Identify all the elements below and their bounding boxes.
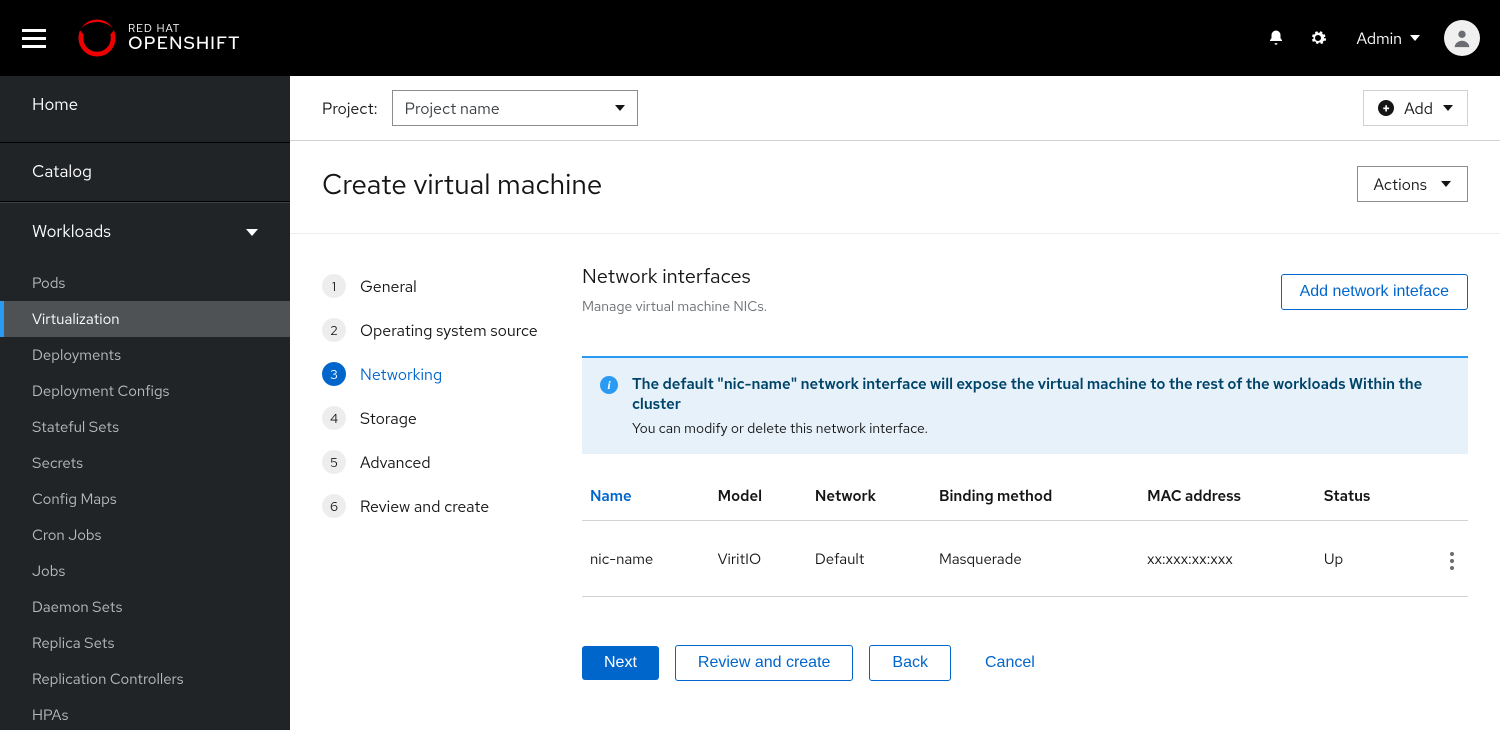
wizard-nav: 1 General 2 Operating system source 3 Network…	[322, 264, 560, 681]
panel-subtitle: Manage virtual machine NICs.	[582, 298, 767, 316]
info-alert: i The default "nic-name" network interfa…	[582, 356, 1468, 454]
project-bar: Project: Project name + Add	[290, 76, 1500, 141]
sidebar-item-replica-sets[interactable]: Replica Sets	[0, 625, 290, 661]
step-number: 6	[322, 494, 346, 518]
nic-table: NameModelNetworkBinding methodMAC addres…	[582, 472, 1468, 597]
cell-model: ViritIO	[710, 521, 807, 597]
brand-text: RED HAT OPENSHIFT	[128, 24, 241, 53]
caret-down-icon	[1410, 35, 1420, 41]
caret-down-icon	[615, 105, 625, 111]
review-and-create-button[interactable]: Review and create	[675, 645, 854, 681]
alert-body: You can modify or delete this network in…	[632, 420, 1450, 438]
redhat-logo-icon	[78, 19, 116, 57]
sidebar-item-jobs[interactable]: Jobs	[0, 553, 290, 589]
actions-label: Actions	[1374, 174, 1428, 195]
hamburger-menu-button[interactable]	[22, 29, 46, 48]
next-button[interactable]: Next	[582, 646, 659, 680]
page-header: Create virtual machine Actions	[290, 141, 1500, 234]
gear-icon	[1309, 29, 1327, 47]
cell-binding: Masquerade	[931, 521, 1139, 597]
actions-menu[interactable]: Actions	[1357, 166, 1469, 202]
wizard-step-review-and-create[interactable]: 6 Review and create	[322, 484, 560, 528]
wizard-actions: Next Review and create Back Cancel	[582, 645, 1468, 681]
wizard-step-operating-system-source[interactable]: 2 Operating system source	[322, 308, 560, 352]
notifications-button[interactable]	[1255, 29, 1297, 47]
step-number: 1	[322, 274, 346, 298]
column-header-status[interactable]: Status	[1316, 472, 1417, 521]
networking-panel: Network interfaces Manage virtual machin…	[570, 264, 1468, 681]
wizard-step-networking[interactable]: 3 Networking	[322, 352, 560, 396]
cell-mac: xx:xxx:xx:xxx	[1139, 521, 1316, 597]
sidebar-item-pods[interactable]: Pods	[0, 265, 290, 301]
add-network-interface-button[interactable]: Add network inteface	[1281, 274, 1468, 310]
sidebar-item-daemon-sets[interactable]: Daemon Sets	[0, 589, 290, 625]
column-header-network[interactable]: Network	[807, 472, 931, 521]
column-header-name[interactable]: Name	[582, 472, 710, 521]
page-title: Create virtual machine	[322, 165, 602, 203]
sidebar-section-workloads[interactable]: Workloads	[0, 203, 290, 261]
sidebar-item-cron-jobs[interactable]: Cron Jobs	[0, 517, 290, 553]
step-label: Advanced	[360, 452, 431, 473]
user-menu-label: Admin	[1357, 28, 1402, 49]
avatar[interactable]	[1444, 20, 1480, 56]
step-number: 4	[322, 406, 346, 430]
add-button-label: Add	[1404, 98, 1433, 119]
step-label: Review and create	[360, 496, 489, 517]
wizard-step-general[interactable]: 1 General	[322, 264, 560, 308]
table-row: nic-nameViritIODefaultMasqueradexx:xxx:x…	[582, 521, 1468, 597]
cell-name: nic-name	[582, 521, 710, 597]
sidebar-item-deployment-configs[interactable]: Deployment Configs	[0, 373, 290, 409]
back-button[interactable]: Back	[869, 645, 951, 681]
plus-circle-icon: +	[1378, 100, 1394, 116]
sidebar-item-stateful-sets[interactable]: Stateful Sets	[0, 409, 290, 445]
cell-network: Default	[807, 521, 931, 597]
masthead: RED HAT OPENSHIFT Admin	[0, 0, 1500, 76]
panel-title: Network interfaces	[582, 264, 767, 290]
column-header-mac-address[interactable]: MAC address	[1139, 472, 1316, 521]
step-label: General	[360, 276, 417, 297]
caret-down-icon	[1441, 181, 1451, 187]
sidebar-item-deployments[interactable]: Deployments	[0, 337, 290, 373]
user-icon	[1451, 27, 1473, 49]
sidebar-item-hpas[interactable]: HPAs	[0, 697, 290, 730]
cancel-button[interactable]: Cancel	[967, 646, 1053, 680]
wizard-step-storage[interactable]: 4 Storage	[322, 396, 560, 440]
brand-logo[interactable]: RED HAT OPENSHIFT	[78, 19, 241, 57]
column-header-actions	[1416, 472, 1468, 521]
main-content: Project: Project name + Add Create virtu…	[290, 76, 1500, 730]
step-label: Storage	[360, 408, 417, 429]
caret-down-icon	[1443, 105, 1453, 111]
sidebar-item-catalog[interactable]: Catalog	[0, 143, 290, 201]
user-menu[interactable]: Admin	[1357, 28, 1420, 49]
sidebar-section-label: Workloads	[32, 221, 111, 243]
bell-icon	[1267, 29, 1285, 47]
sidebar-item-secrets[interactable]: Secrets	[0, 445, 290, 481]
info-icon: i	[600, 376, 618, 394]
settings-button[interactable]	[1297, 29, 1339, 47]
step-number: 3	[322, 362, 346, 386]
step-label: Operating system source	[360, 320, 538, 341]
project-select[interactable]: Project name	[392, 90, 638, 126]
kebab-menu[interactable]	[1444, 546, 1460, 576]
column-header-model[interactable]: Model	[710, 472, 807, 521]
add-button[interactable]: + Add	[1363, 90, 1468, 126]
project-select-value: Project name	[405, 98, 500, 119]
step-label: Networking	[360, 364, 442, 385]
project-label: Project:	[322, 98, 378, 119]
sidebar-item-home[interactable]: Home	[0, 76, 290, 134]
brand-line2: OPENSHIFT	[128, 35, 241, 53]
step-number: 5	[322, 450, 346, 474]
sidebar-item-virtualization[interactable]: Virtualization	[0, 301, 290, 337]
cell-status: Up	[1316, 521, 1417, 597]
sidebar-item-replication-controllers[interactable]: Replication Controllers	[0, 661, 290, 697]
sidebar-item-config-maps[interactable]: Config Maps	[0, 481, 290, 517]
wizard-step-advanced[interactable]: 5 Advanced	[322, 440, 560, 484]
sidebar: Home Catalog Workloads PodsVirtualization…	[0, 76, 290, 730]
column-header-binding-method[interactable]: Binding method	[931, 472, 1139, 521]
step-number: 2	[322, 318, 346, 342]
chevron-down-icon	[246, 229, 258, 236]
alert-title: The default "nic-name" network interface…	[632, 374, 1450, 414]
